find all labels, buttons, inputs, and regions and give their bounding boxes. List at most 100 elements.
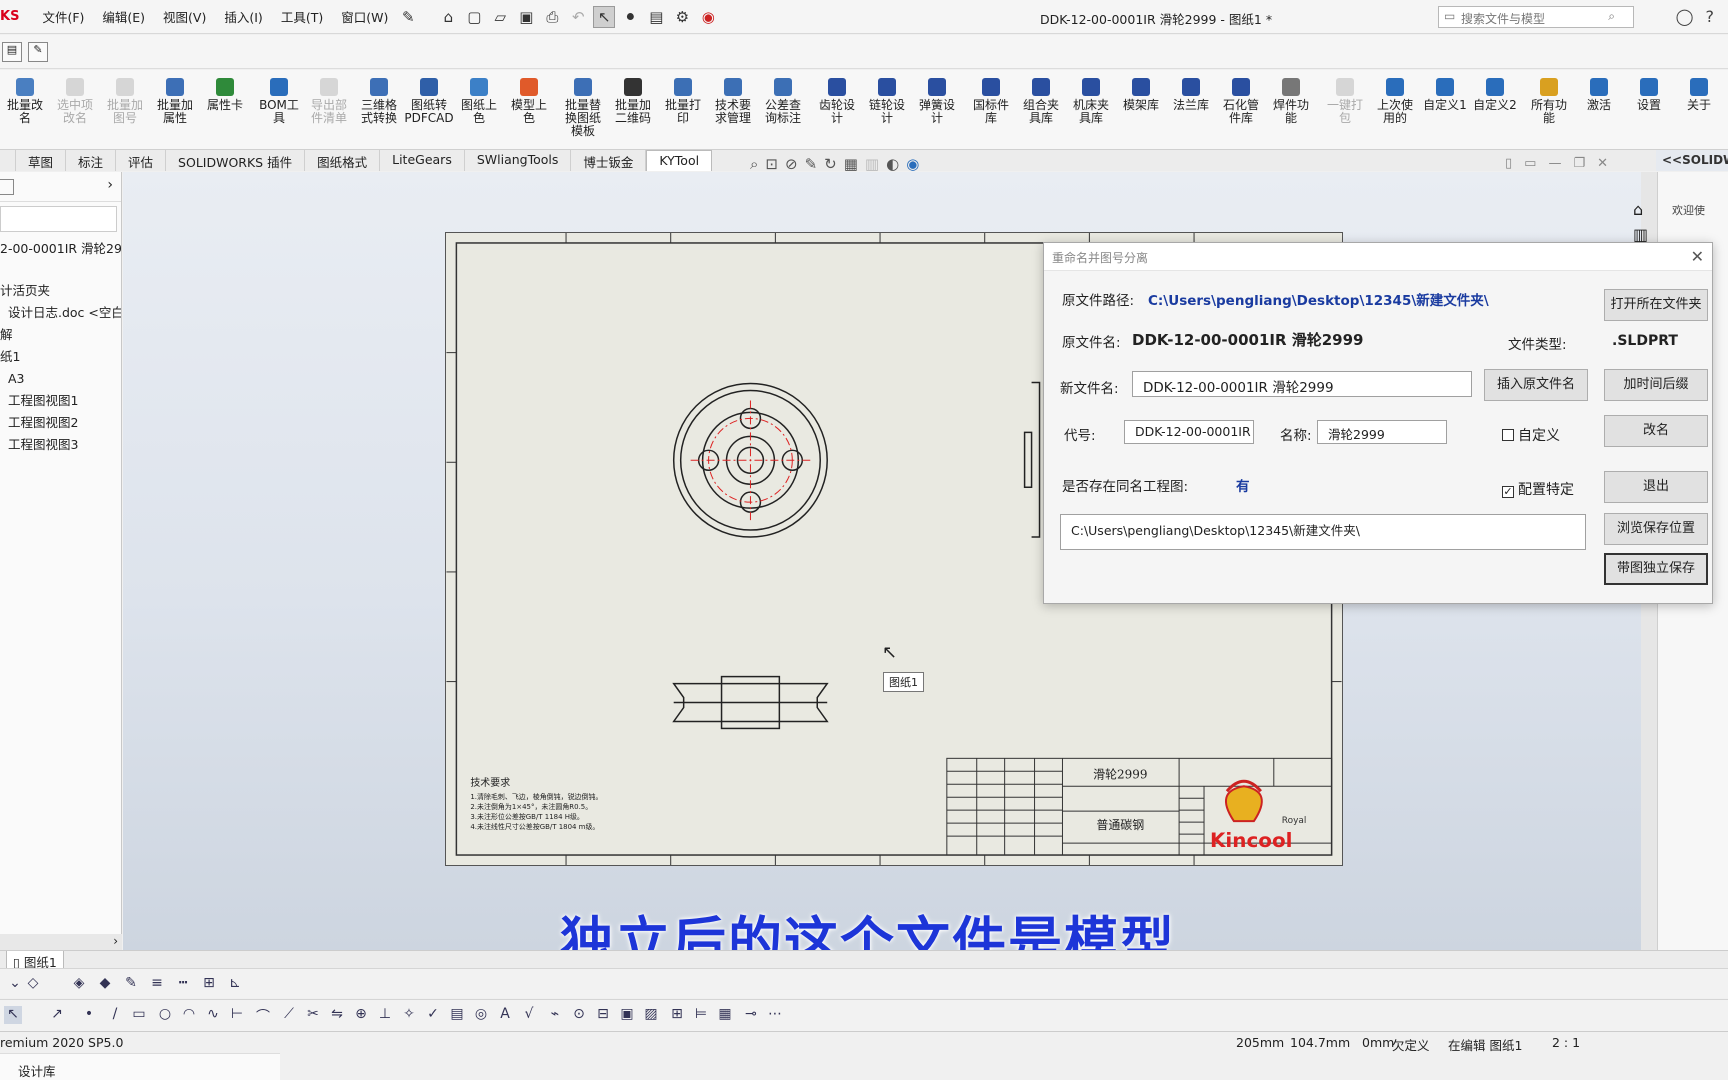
check-icon[interactable]: ✓	[424, 1006, 442, 1024]
tree-scrollbar[interactable]: ›	[0, 934, 122, 950]
home-icon[interactable]: ⌂	[1633, 200, 1648, 219]
table-icon[interactable]: ⊞	[668, 1006, 686, 1024]
ribbon-tool-button[interactable]: 模架库	[1116, 70, 1166, 148]
ribbon-tool-button[interactable]: 选中项 改名	[50, 70, 100, 148]
tree-item[interactable]: 纸1	[0, 346, 121, 368]
browse-save-location-button[interactable]: 浏览保存位置	[1604, 513, 1708, 545]
hide-show-icon[interactable]: ◐	[886, 155, 899, 173]
minimize-icon[interactable]: —	[1548, 156, 1561, 171]
ribbon-tool-button[interactable]: 齿轮设 计	[812, 70, 862, 148]
tree-item[interactable]: 设计日志.doc <空白	[0, 302, 121, 324]
custom-checkbox[interactable]: 自定义	[1502, 425, 1560, 445]
chevron-right-icon[interactable]: ›	[107, 177, 113, 193]
select-icon[interactable]: ↖	[4, 1006, 22, 1024]
code-input[interactable]: DDK-12-00-0001IR	[1124, 420, 1254, 444]
annotation-icon[interactable]: ▤	[448, 1006, 466, 1024]
centerpoint-icon[interactable]: ⊕	[352, 1006, 370, 1024]
ribbon-tool-button[interactable]: 自定义2	[1470, 70, 1520, 148]
line-icon[interactable]: /	[106, 1006, 124, 1024]
addin-icon[interactable]: ◉	[697, 6, 719, 28]
ribbon-tool-button[interactable]: 激活	[1574, 70, 1624, 148]
status-scale[interactable]: 2 : 1	[1552, 1035, 1580, 1050]
ribbon-tool-button[interactable]: 图纸转 PDFCAD	[404, 70, 454, 148]
tab-2[interactable]: 评估	[116, 150, 167, 171]
pin-icon[interactable]: ✎	[397, 6, 419, 28]
circle-icon[interactable]: ○	[156, 1006, 174, 1024]
tab-1[interactable]: 标注	[66, 150, 117, 171]
new-file-icon[interactable]: ▢	[463, 6, 485, 28]
more-icon[interactable]: ⋯	[766, 1006, 784, 1024]
task-pane-header[interactable]: <<SOLIDW	[1656, 150, 1728, 171]
traffic-light-icon[interactable]: ⚫	[619, 6, 641, 28]
display-style-icon[interactable]: ▥	[865, 155, 879, 173]
line-style-icon[interactable]: ┅	[174, 975, 192, 993]
weld-icon[interactable]: ⌁	[546, 1006, 564, 1024]
ribbon-tool-button[interactable]: 国标件 库	[966, 70, 1016, 148]
undo-icon[interactable]: ↶	[567, 6, 589, 28]
select-icon[interactable]: ↖	[593, 5, 616, 28]
ribbon-tool-button[interactable]: 设置	[1624, 70, 1674, 148]
tree-filter-input[interactable]	[0, 206, 117, 232]
note-icon[interactable]: A	[496, 1006, 514, 1024]
task-edit-icon[interactable]: ✎	[28, 42, 48, 62]
ribbon-tool-button[interactable]: BOM工 具	[254, 70, 304, 148]
ribbon-tool-button[interactable]: 模型上 色	[504, 70, 554, 148]
rename-button[interactable]: 改名	[1604, 415, 1708, 447]
appearance-icon[interactable]: ◉	[906, 155, 919, 173]
point-icon[interactable]: •	[80, 1006, 98, 1024]
pulley-side-view[interactable]	[672, 675, 829, 730]
ribbon-tool-button[interactable]: 批量改 名	[0, 70, 50, 148]
layer-stack-icon[interactable]: ◆	[96, 975, 114, 993]
save-path-input[interactable]: C:\Users\pengliang\Desktop\12345\新建文件夹\	[1060, 514, 1586, 550]
design-library-label[interactable]: 设计库	[18, 1061, 56, 1080]
hide-edge-icon[interactable]: ⊞	[200, 975, 218, 993]
ribbon-tool-button[interactable]: 弹簧设 计	[912, 70, 962, 148]
ribbon-tool-button[interactable]: 属性卡	[200, 70, 250, 148]
tab-7[interactable]: 博士钣金	[571, 150, 647, 171]
tab-5[interactable]: LiteGears	[380, 150, 465, 171]
surface-finish-icon[interactable]: √	[520, 1006, 538, 1024]
ribbon-tool-button[interactable]: 所有功 能	[1524, 70, 1574, 148]
help-icon[interactable]: ?	[1706, 7, 1715, 26]
pin-icon[interactable]: ⊸	[742, 1006, 760, 1024]
ribbon-tool-button[interactable]: 石化管 件库	[1216, 70, 1266, 148]
trim-icon[interactable]: ✂	[304, 1006, 322, 1024]
partial-view[interactable]	[1023, 381, 1041, 538]
menu-view[interactable]: 视图(V)	[154, 7, 215, 26]
close-icon[interactable]: ✕	[1691, 247, 1704, 266]
line-color-icon[interactable]: ✎	[122, 975, 140, 993]
ribbon-tool-button[interactable]: 批量替 换图纸 模板	[558, 70, 608, 148]
open-folder-button[interactable]: 打开所在文件夹	[1604, 289, 1708, 321]
tree-item[interactable]: 工程图视图2	[0, 412, 121, 434]
ribbon-tool-button[interactable]: 焊件功 能	[1266, 70, 1316, 148]
tab-0[interactable]: 草图	[16, 150, 67, 171]
ribbon-tool-button[interactable]: 自定义1	[1420, 70, 1470, 148]
name-input[interactable]: 滑轮2999	[1317, 420, 1447, 444]
menu-file[interactable]: 文件(F)	[33, 7, 93, 26]
open-file-icon[interactable]: ▱	[489, 6, 511, 28]
sketch-tool-icon[interactable]: ✎	[805, 155, 818, 173]
insert-orig-name-button[interactable]: 插入原文件名	[1484, 369, 1588, 401]
user-icon[interactable]: ◯	[1676, 7, 1694, 26]
save-with-drawing-button[interactable]: 带图独立保存	[1604, 553, 1708, 585]
ribbon-tool-button[interactable]: 导出部 件清单	[304, 70, 354, 148]
rectangle-icon[interactable]: ▭	[130, 1006, 148, 1024]
camera-icon[interactable]: ▦	[844, 155, 858, 173]
layer-icon[interactable]: ◇	[24, 975, 42, 993]
zoom-fit-icon[interactable]: ⌕	[750, 155, 758, 173]
ribbon-tool-button[interactable]: 图纸上 色	[454, 70, 504, 148]
ribbon-tool-button[interactable]: 批量加 属性	[150, 70, 200, 148]
ribbon-tool-button[interactable]: 批量加 二维码	[608, 70, 658, 148]
ribbon-tool-button[interactable]: 链轮设 计	[862, 70, 912, 148]
maximize-icon[interactable]: ❐	[1573, 156, 1585, 171]
tree-document[interactable]: 2-00-0001IR 滑轮299	[0, 238, 121, 260]
tree-tab-icon[interactable]	[0, 179, 14, 195]
layer-props-icon[interactable]: ◈	[70, 975, 88, 993]
close-icon[interactable]: ✕	[1597, 156, 1608, 171]
ribbon-tool-button[interactable]: 一键打 包	[1320, 70, 1370, 148]
ribbon-tool-button[interactable]: 组合夹 具库	[1016, 70, 1066, 148]
ribbon-tool-button[interactable]: 关于	[1674, 70, 1724, 148]
tree-item[interactable]: 解	[0, 324, 121, 346]
zoom-prev-icon[interactable]: ⊘	[785, 155, 798, 173]
config-checkbox[interactable]: ✓ 配置特定	[1502, 479, 1574, 499]
